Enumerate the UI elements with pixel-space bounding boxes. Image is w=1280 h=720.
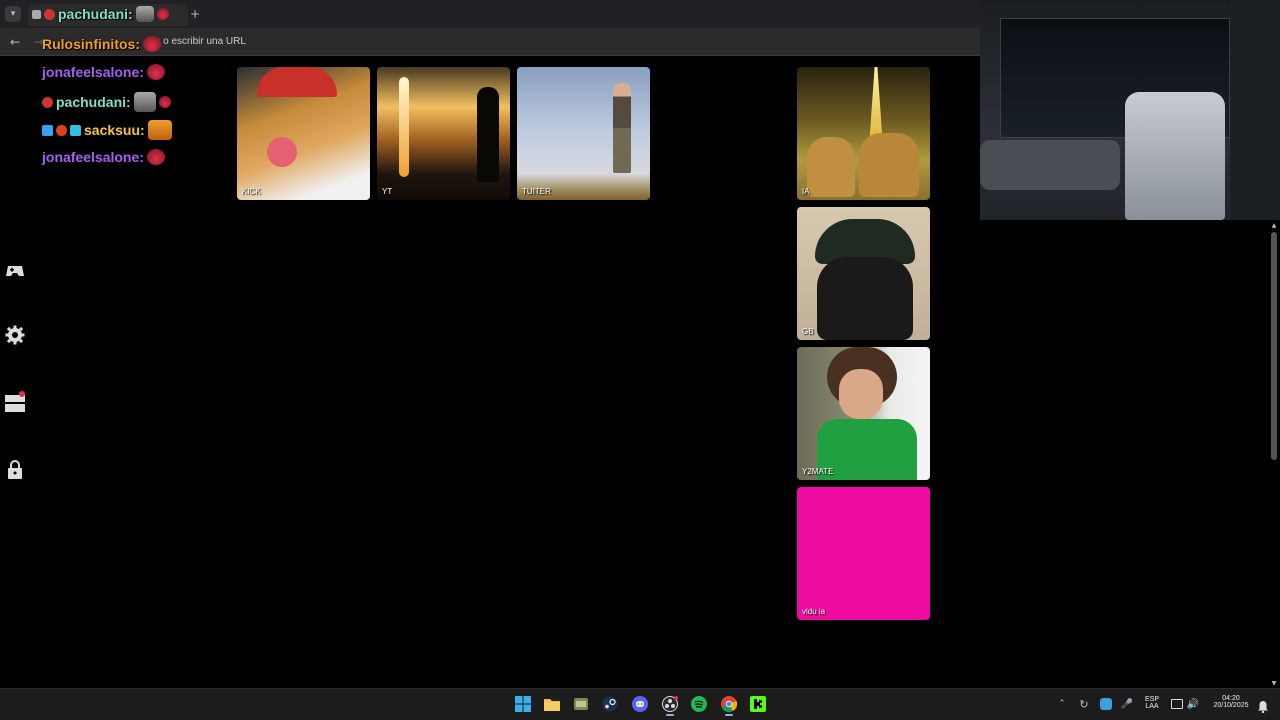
man-sky-image — [613, 83, 631, 173]
chat-message: pachudani: — [32, 6, 169, 22]
tile-y2mate[interactable]: Y2MATE — [797, 347, 930, 480]
tile-label: YT — [382, 187, 393, 196]
chat-message: sacksuu: — [42, 120, 172, 140]
emote-icon — [143, 36, 161, 52]
sync-icon[interactable]: ↻ — [1077, 697, 1091, 711]
emote-icon — [133, 92, 156, 112]
sword-badge-icon — [42, 124, 53, 136]
shield-icon[interactable] — [1100, 698, 1112, 710]
obs-icon[interactable] — [662, 696, 678, 712]
notification-bell-icon[interactable] — [1258, 698, 1268, 714]
new-tab-button[interactable]: + — [188, 6, 202, 22]
chrome-icon[interactable] — [721, 696, 738, 713]
emote-icon — [147, 120, 172, 140]
emote-icon — [156, 8, 169, 20]
chat-message: jonafeelsalone: — [42, 149, 165, 165]
chair-image — [1125, 92, 1225, 220]
gamepad-icon[interactable] — [4, 260, 26, 282]
chat-username: sacksuu: — [84, 122, 145, 138]
address-input[interactable]: gle o escribir una URL — [147, 36, 246, 47]
tab-list-button[interactable]: ▾ — [5, 6, 21, 22]
eiffel-cats-image — [859, 133, 919, 197]
clock-time: 04:20 — [1222, 695, 1240, 702]
silhouette-image — [477, 87, 499, 182]
language-code: ESP — [1144, 696, 1159, 703]
tile-label: TUITER — [522, 187, 551, 196]
eiffel-cats-image — [807, 137, 855, 197]
tile-yt[interactable]: YT — [377, 67, 510, 200]
fire-column — [399, 77, 409, 177]
badge-icon — [56, 124, 67, 136]
tile-ia[interactable]: IA — [797, 67, 930, 200]
emote-icon — [158, 96, 171, 108]
active-app-indicator — [725, 714, 733, 716]
tile-kick[interactable]: KICK — [237, 67, 370, 200]
chat-username: pachudani: — [58, 6, 133, 22]
wall-right — [1230, 0, 1280, 220]
cat-cap-image — [817, 257, 913, 340]
file-explorer-icon[interactable] — [544, 696, 560, 712]
dog-image — [257, 67, 337, 97]
discord-icon[interactable] — [632, 696, 648, 712]
layers-icon[interactable] — [4, 391, 26, 413]
tile-label: GB — [802, 327, 814, 336]
microphone-icon[interactable]: 🎤 — [1121, 697, 1133, 711]
tile-gb[interactable]: GB — [797, 207, 930, 340]
chat-username: Rulosinfinitos: — [42, 36, 140, 52]
windows-start-icon[interactable] — [515, 696, 531, 712]
volume-icon[interactable]: 🔊 — [1187, 697, 1199, 711]
chat-username: jonafeelsalone: — [42, 64, 144, 80]
gear-icon[interactable] — [4, 324, 26, 346]
lock-icon[interactable] — [4, 459, 26, 481]
couch-image — [980, 140, 1120, 190]
dog-image — [267, 137, 297, 167]
tile-label: KICK — [242, 187, 261, 196]
chat-username: jonafeelsalone: — [42, 149, 144, 165]
chevron-up-icon[interactable]: ⌃ — [1056, 698, 1068, 710]
kick-icon[interactable] — [750, 696, 766, 712]
steam-icon[interactable] — [602, 696, 618, 712]
tile-tuiter[interactable]: TUITER — [517, 67, 650, 200]
clock[interactable]: 04:20 20/10/2025 — [1206, 695, 1256, 709]
chat-message: jonafeelsalone: — [42, 64, 165, 80]
active-app-indicator — [666, 714, 674, 716]
tile-label: Y2MATE — [802, 467, 834, 476]
back-arrow-icon[interactable]: ← — [8, 35, 22, 49]
scroll-down-arrow-icon[interactable]: ▼ — [1269, 679, 1279, 687]
scrollbar-thumb[interactable] — [1271, 232, 1277, 460]
clock-date: 20/10/2025 — [1213, 702, 1249, 709]
tile-vidu-ia[interactable]: vidu ia — [797, 487, 930, 620]
tile-label: vidu ia — [802, 607, 826, 616]
emote-icon — [146, 149, 165, 165]
badge-icon — [42, 96, 53, 108]
webcam-feed — [980, 0, 1280, 220]
keyboard-layout: LAA — [1145, 703, 1159, 710]
scroll-up-arrow-icon[interactable]: ▲ — [1269, 221, 1279, 229]
curly-man-image — [839, 369, 883, 419]
network-icon[interactable] — [1171, 699, 1183, 709]
chat-message: Rulosinfinitos: — [42, 36, 161, 52]
gem-badge-icon — [70, 124, 81, 136]
chat-username: pachudani: — [56, 94, 131, 110]
app-icon[interactable] — [573, 696, 589, 712]
badge-icon — [32, 9, 41, 19]
tile-label: IA — [802, 187, 810, 196]
badge-icon — [44, 8, 55, 20]
emote-icon — [135, 6, 154, 22]
language-indicator[interactable]: ESP LAA — [1142, 696, 1162, 710]
emote-icon — [146, 64, 165, 80]
chat-message: pachudani: — [42, 92, 171, 112]
spotify-icon[interactable] — [691, 696, 707, 712]
